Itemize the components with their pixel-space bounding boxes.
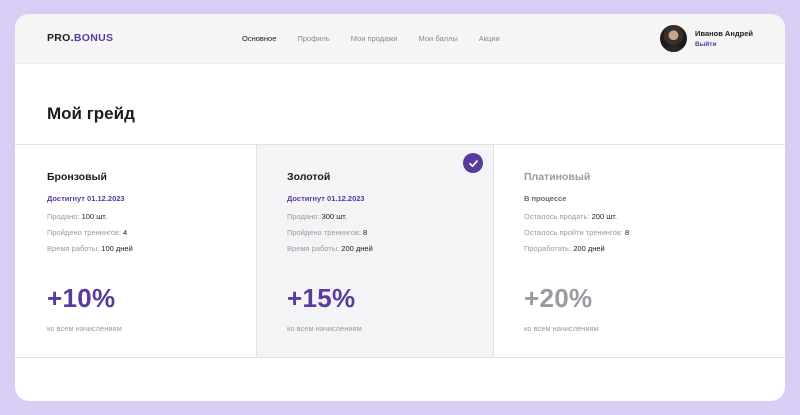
grade-name: Бронзовый bbox=[47, 171, 107, 183]
logo-main: PRO. bbox=[47, 32, 74, 44]
stat-label: Продано: bbox=[287, 212, 322, 221]
user-info: Иванов Андрей Выйти bbox=[695, 29, 753, 48]
stat-value: 8 bbox=[624, 228, 630, 237]
stat-value: 100 дней bbox=[101, 244, 133, 253]
nav-item-promotions[interactable]: Акции bbox=[479, 34, 500, 43]
stat-label: Время работы: bbox=[47, 244, 102, 253]
grade-card-bronze: Бронзовый Достигнут 01.12.2023 Продано: … bbox=[15, 145, 256, 357]
nav-item-my-sales[interactable]: Мои продажи bbox=[351, 34, 398, 43]
grade-stats: Осталось продать: 200 шт. Осталось пройт… bbox=[524, 212, 785, 253]
grade-status: Достигнут 01.12.2023 bbox=[47, 194, 125, 203]
check-circle-icon bbox=[463, 153, 483, 173]
grade-name: Золотой bbox=[287, 171, 331, 183]
logout-link[interactable]: Выйти bbox=[695, 41, 753, 48]
stat-work-time: Время работы: 200 дней bbox=[287, 244, 493, 253]
logo-accent: BONUS bbox=[73, 32, 114, 44]
app-window: PRO.BONUS Основное Профиль Мои продажи М… bbox=[15, 14, 785, 401]
stat-label: Продано: bbox=[47, 212, 82, 221]
bonus-note: ко всем начислениям bbox=[47, 324, 122, 333]
stat-remaining-trainings: Осталось пройти тренингов: 8 bbox=[524, 228, 785, 237]
avatar[interactable] bbox=[660, 25, 688, 52]
stat-value: 4 bbox=[123, 228, 128, 237]
stat-value: 200 дней bbox=[573, 244, 605, 253]
logo[interactable]: PRO.BONUS bbox=[47, 32, 113, 44]
bonus-percent: +20% bbox=[524, 283, 593, 313]
nav-item-my-points[interactable]: Мои баллы bbox=[419, 34, 458, 43]
bonus-percent: +10% bbox=[47, 283, 116, 313]
user-name: Иванов Андрей bbox=[695, 29, 753, 38]
stat-label: Проработать: bbox=[524, 244, 574, 253]
stat-value: 200 шт. bbox=[591, 212, 617, 221]
grade-name: Платиновый bbox=[524, 171, 591, 183]
grade-card-platinum: Платиновый В процессе Осталось продать: … bbox=[494, 145, 785, 357]
stat-work-time: Время работы: 100 дней bbox=[47, 244, 256, 253]
top-header: PRO.BONUS Основное Профиль Мои продажи М… bbox=[15, 14, 785, 64]
stat-value: 100 шт. bbox=[81, 212, 107, 221]
stat-remaining-work: Проработать: 200 дней bbox=[524, 244, 785, 253]
user-menu: Иванов Андрей Выйти bbox=[660, 25, 753, 52]
stat-value: 300 шт. bbox=[321, 212, 347, 221]
page-title: Мой грейд bbox=[47, 104, 135, 123]
stat-value: 8 bbox=[363, 228, 368, 237]
grade-stats: Продано: 300 шт. Пройдено тренингов: 8 В… bbox=[287, 212, 493, 253]
bonus-percent: +15% bbox=[287, 283, 356, 313]
stat-sold: Продано: 300 шт. bbox=[287, 212, 493, 221]
stat-label: Осталось пройти тренингов: bbox=[524, 228, 625, 237]
stat-label: Время работы: bbox=[287, 244, 342, 253]
nav-item-profile[interactable]: Профиль bbox=[297, 34, 329, 43]
stat-label: Пройдено тренингов: bbox=[47, 228, 124, 237]
stat-label: Осталось продать: bbox=[524, 212, 592, 221]
stat-label: Пройдено тренингов: bbox=[287, 228, 364, 237]
nav-item-main[interactable]: Основное bbox=[242, 34, 276, 43]
grade-card-gold: Золотой Достигнут 01.12.2023 Продано: 30… bbox=[256, 145, 494, 357]
stat-sold: Продано: 100 шт. bbox=[47, 212, 256, 221]
grades-row: Бронзовый Достигнут 01.12.2023 Продано: … bbox=[15, 144, 785, 358]
bonus-note: ко всем начислениям bbox=[287, 324, 362, 333]
grade-status: В процессе bbox=[524, 194, 567, 203]
main-nav: Основное Профиль Мои продажи Мои баллы А… bbox=[242, 34, 500, 43]
grade-stats: Продано: 100 шт. Пройдено тренингов: 4 В… bbox=[47, 212, 256, 253]
stat-trainings: Пройдено тренингов: 4 bbox=[47, 228, 256, 237]
stat-remaining-sales: Осталось продать: 200 шт. bbox=[524, 212, 785, 221]
bonus-note: ко всем начислениям bbox=[524, 324, 599, 333]
grade-status: Достигнут 01.12.2023 bbox=[287, 194, 365, 203]
checkmark-icon bbox=[468, 159, 478, 167]
stat-trainings: Пройдено тренингов: 8 bbox=[287, 228, 493, 237]
stat-value: 200 дней bbox=[341, 244, 373, 253]
